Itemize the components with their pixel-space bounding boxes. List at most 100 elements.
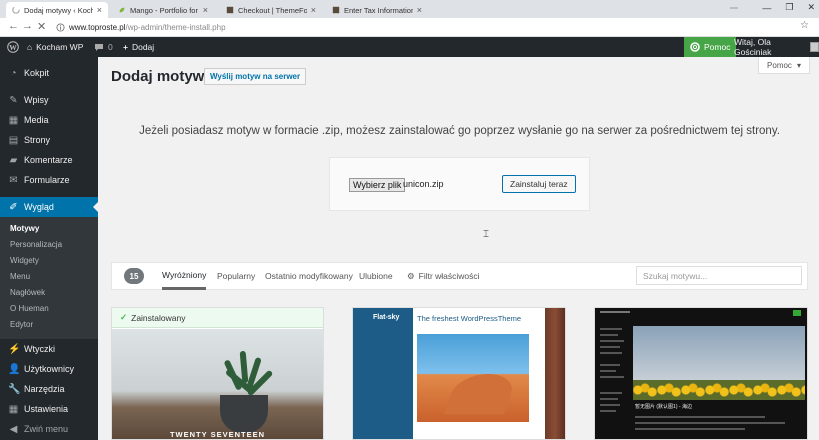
site-name-link[interactable]: ⌂ Kocham WP bbox=[27, 37, 83, 57]
page-icon: ▤ bbox=[8, 134, 19, 146]
submenu-item-motywy[interactable]: Motywy bbox=[10, 224, 39, 233]
close-icon[interactable]: × bbox=[97, 5, 102, 15]
filter-tab-latest[interactable]: Ostatnio modyfikowany bbox=[265, 263, 353, 289]
sidebar-item-komentarze[interactable]: ▰ Komentarze bbox=[0, 150, 98, 170]
brush-icon: ✐ bbox=[9, 201, 18, 213]
add-new-link[interactable]: + Dodaj bbox=[123, 37, 154, 57]
theme-screenshot-title: TWENTY SEVENTEEN bbox=[169, 430, 266, 439]
greeting-text: Witaj, Ola Gościniak bbox=[734, 37, 772, 57]
info-icon[interactable] bbox=[56, 22, 65, 32]
sidebar-item-wpisy[interactable]: ✎ Wpisy bbox=[0, 90, 98, 110]
submenu-item-widgety[interactable]: Widgety bbox=[10, 256, 39, 265]
home-icon: ⌂ bbox=[27, 42, 33, 52]
comments-link[interactable]: 0 bbox=[94, 37, 113, 57]
window-controls: — ❐ ✕ bbox=[730, 2, 815, 13]
close-icon[interactable]: × bbox=[203, 5, 208, 15]
theme-screenshot-headline: 暂无图片 (默认图1) - 海边 bbox=[635, 404, 692, 410]
filter-tab-favorites[interactable]: Ulubione bbox=[359, 263, 393, 289]
feature-filter-button[interactable]: ⚙ Filtr właściwości bbox=[407, 263, 480, 289]
admin-sidebar: ◔ Kokpit ✎ Wpisy ▦ Media ▤ Strony ▰ Komentarz… bbox=[0, 57, 98, 440]
theme-card-dark[interactable]: 暂无图片 (默认图1) - 海边 bbox=[594, 307, 808, 440]
url-path: /wp-admin/theme-install.php bbox=[125, 22, 226, 32]
minimize-icon[interactable]: — bbox=[762, 3, 771, 13]
back-arrow-icon[interactable]: ← bbox=[8, 20, 19, 32]
browser-tab-label: Mango - Portfolio for Dr... bbox=[130, 5, 199, 15]
loading-icon bbox=[12, 6, 20, 14]
window-close-icon[interactable]: ✕ bbox=[807, 2, 815, 13]
sidebar-item-label: Zwiń menu bbox=[24, 424, 69, 434]
theme-screenshot: 暂无图片 (默认图1) - 海边 bbox=[595, 308, 807, 439]
browser-tab-mango[interactable]: Mango - Portfolio for Dr... × bbox=[112, 2, 214, 18]
help-tab-button[interactable]: Pomoc ▾ bbox=[758, 57, 810, 74]
wp-logo-icon[interactable]: W bbox=[7, 37, 19, 57]
browser-tab-label: Dodaj motywy ‹ Kocham WP bbox=[24, 5, 93, 15]
help-button[interactable]: Pomoc bbox=[684, 37, 737, 57]
submenu-item-personalizacja[interactable]: Personalizacja bbox=[10, 240, 62, 249]
sidebar-item-media[interactable]: ▦ Media bbox=[0, 110, 98, 130]
install-now-button[interactable]: Zainstaluj teraz bbox=[502, 175, 576, 193]
sidebar-item-wyglad[interactable]: ✐ Wygląd bbox=[0, 197, 98, 217]
themeforest-leaf-icon bbox=[119, 7, 125, 13]
pin-icon: ✎ bbox=[9, 94, 18, 106]
browser-profile-badge[interactable] bbox=[730, 6, 739, 9]
submenu-item-edytor[interactable]: Edytor bbox=[10, 320, 33, 329]
sidebar-item-collapse[interactable]: ◀ Zwiń menu bbox=[0, 419, 98, 439]
theme-sidebar-preview: Flat-sky bbox=[353, 308, 413, 439]
sidebar-item-formularze[interactable]: ✉ Formularze bbox=[0, 170, 98, 190]
submenu-item-naglowek[interactable]: Nagłówek bbox=[10, 288, 45, 297]
theme-screenshot: TWENTY SEVENTEEN bbox=[112, 329, 323, 439]
upload-theme-button[interactable]: Wyślij motyw na serwer bbox=[204, 68, 307, 85]
plugin-icon: ⚡ bbox=[8, 343, 21, 355]
sidebar-item-strony[interactable]: ▤ Strony bbox=[0, 130, 98, 150]
sidebar-item-wtyczki[interactable]: ⚡ Wtyczki bbox=[0, 339, 98, 359]
envato-icon bbox=[332, 6, 340, 14]
media-icon: ▦ bbox=[8, 114, 19, 126]
help-label: Pomoc bbox=[704, 42, 731, 52]
sidebar-item-label: Wpisy bbox=[24, 95, 49, 105]
themeforest-icon bbox=[226, 6, 234, 14]
help-tab-label: Pomoc bbox=[767, 60, 792, 70]
theme-card-flat-sky[interactable]: Flat-sky The freshest WordPressTheme bbox=[352, 307, 566, 440]
sidebar-item-kokpit[interactable]: ◔ Kokpit bbox=[0, 63, 98, 83]
sidebar-item-label: Narzędzia bbox=[24, 384, 65, 394]
theme-logo-text: Flat-sky bbox=[373, 314, 400, 321]
browser-tab-dodaj-motywy[interactable]: Dodaj motywy ‹ Kocham WP × bbox=[6, 2, 108, 18]
user-menu[interactable]: Witaj, Ola Gościniak bbox=[734, 37, 819, 57]
browser-tab-checkout[interactable]: Checkout | ThemeForest × bbox=[220, 2, 322, 18]
comments-count: 0 bbox=[108, 42, 113, 52]
mail-icon: ✉ bbox=[9, 174, 18, 186]
close-icon[interactable]: × bbox=[311, 5, 316, 15]
browser-tab-label: Enter Tax Information | T... bbox=[344, 5, 413, 15]
users-icon: 👤 bbox=[8, 363, 21, 375]
filter-tab-featured[interactable]: Wyróżniony bbox=[162, 263, 207, 290]
theme-screenshot: The freshest WordPressTheme bbox=[413, 308, 545, 439]
forward-arrow-icon[interactable]: → bbox=[22, 20, 33, 32]
theme-search-input[interactable]: Szukaj motywu... bbox=[636, 266, 802, 285]
bookmark-star-icon[interactable]: ☆ bbox=[800, 20, 809, 31]
submenu-item-menu[interactable]: Menu bbox=[10, 272, 30, 281]
url-host: www.toproste.pl bbox=[69, 22, 126, 32]
theme-count-badge: 15 bbox=[124, 268, 144, 284]
filter-tab-popular[interactable]: Popularny bbox=[217, 263, 255, 289]
browser-tab-tax[interactable]: Enter Tax Information | T... × bbox=[326, 2, 428, 18]
url-input[interactable]: www.toproste.pl/wp-admin/theme-install.p… bbox=[52, 20, 810, 34]
comment-icon: ▰ bbox=[9, 154, 18, 166]
sidebar-item-uzytkownicy[interactable]: 👤 Użytkownicy bbox=[0, 359, 98, 379]
sidebar-item-ustawienia[interactable]: ▦ Ustawienia bbox=[0, 399, 98, 419]
choose-file-button[interactable]: Wybierz plik bbox=[349, 178, 406, 192]
comment-icon bbox=[95, 43, 103, 51]
submenu-item-o-hueman[interactable]: O Hueman bbox=[10, 304, 49, 313]
upload-form: Wybierz plik unicon.zip Zainstaluj teraz bbox=[329, 157, 590, 211]
theme-card-twenty-seventeen[interactable]: ✓ Zainstalowany TWENTY SEVENTEEN bbox=[111, 307, 324, 440]
text-cursor-icon: ⌶ bbox=[483, 229, 489, 240]
restore-icon[interactable]: ❐ bbox=[785, 2, 793, 13]
sidebar-item-narzedzia[interactable]: 🔧 Narzędzia bbox=[0, 379, 98, 399]
plus-icon: + bbox=[123, 42, 128, 52]
theme-filter-bar: 15 Wyróżniony Popularny Ostatnio modyfik… bbox=[111, 262, 808, 290]
sidebar-item-label: Media bbox=[24, 115, 49, 125]
close-icon[interactable]: × bbox=[417, 5, 422, 15]
reload-icon[interactable]: ✕ bbox=[37, 20, 46, 33]
sidebar-item-label: Ustawienia bbox=[24, 404, 69, 414]
wp-admin-bar: W ⌂ Kocham WP 0 + Dodaj Pomoc Witaj, Ola… bbox=[0, 37, 819, 57]
sidebar-item-label: Wygląd bbox=[24, 202, 54, 212]
